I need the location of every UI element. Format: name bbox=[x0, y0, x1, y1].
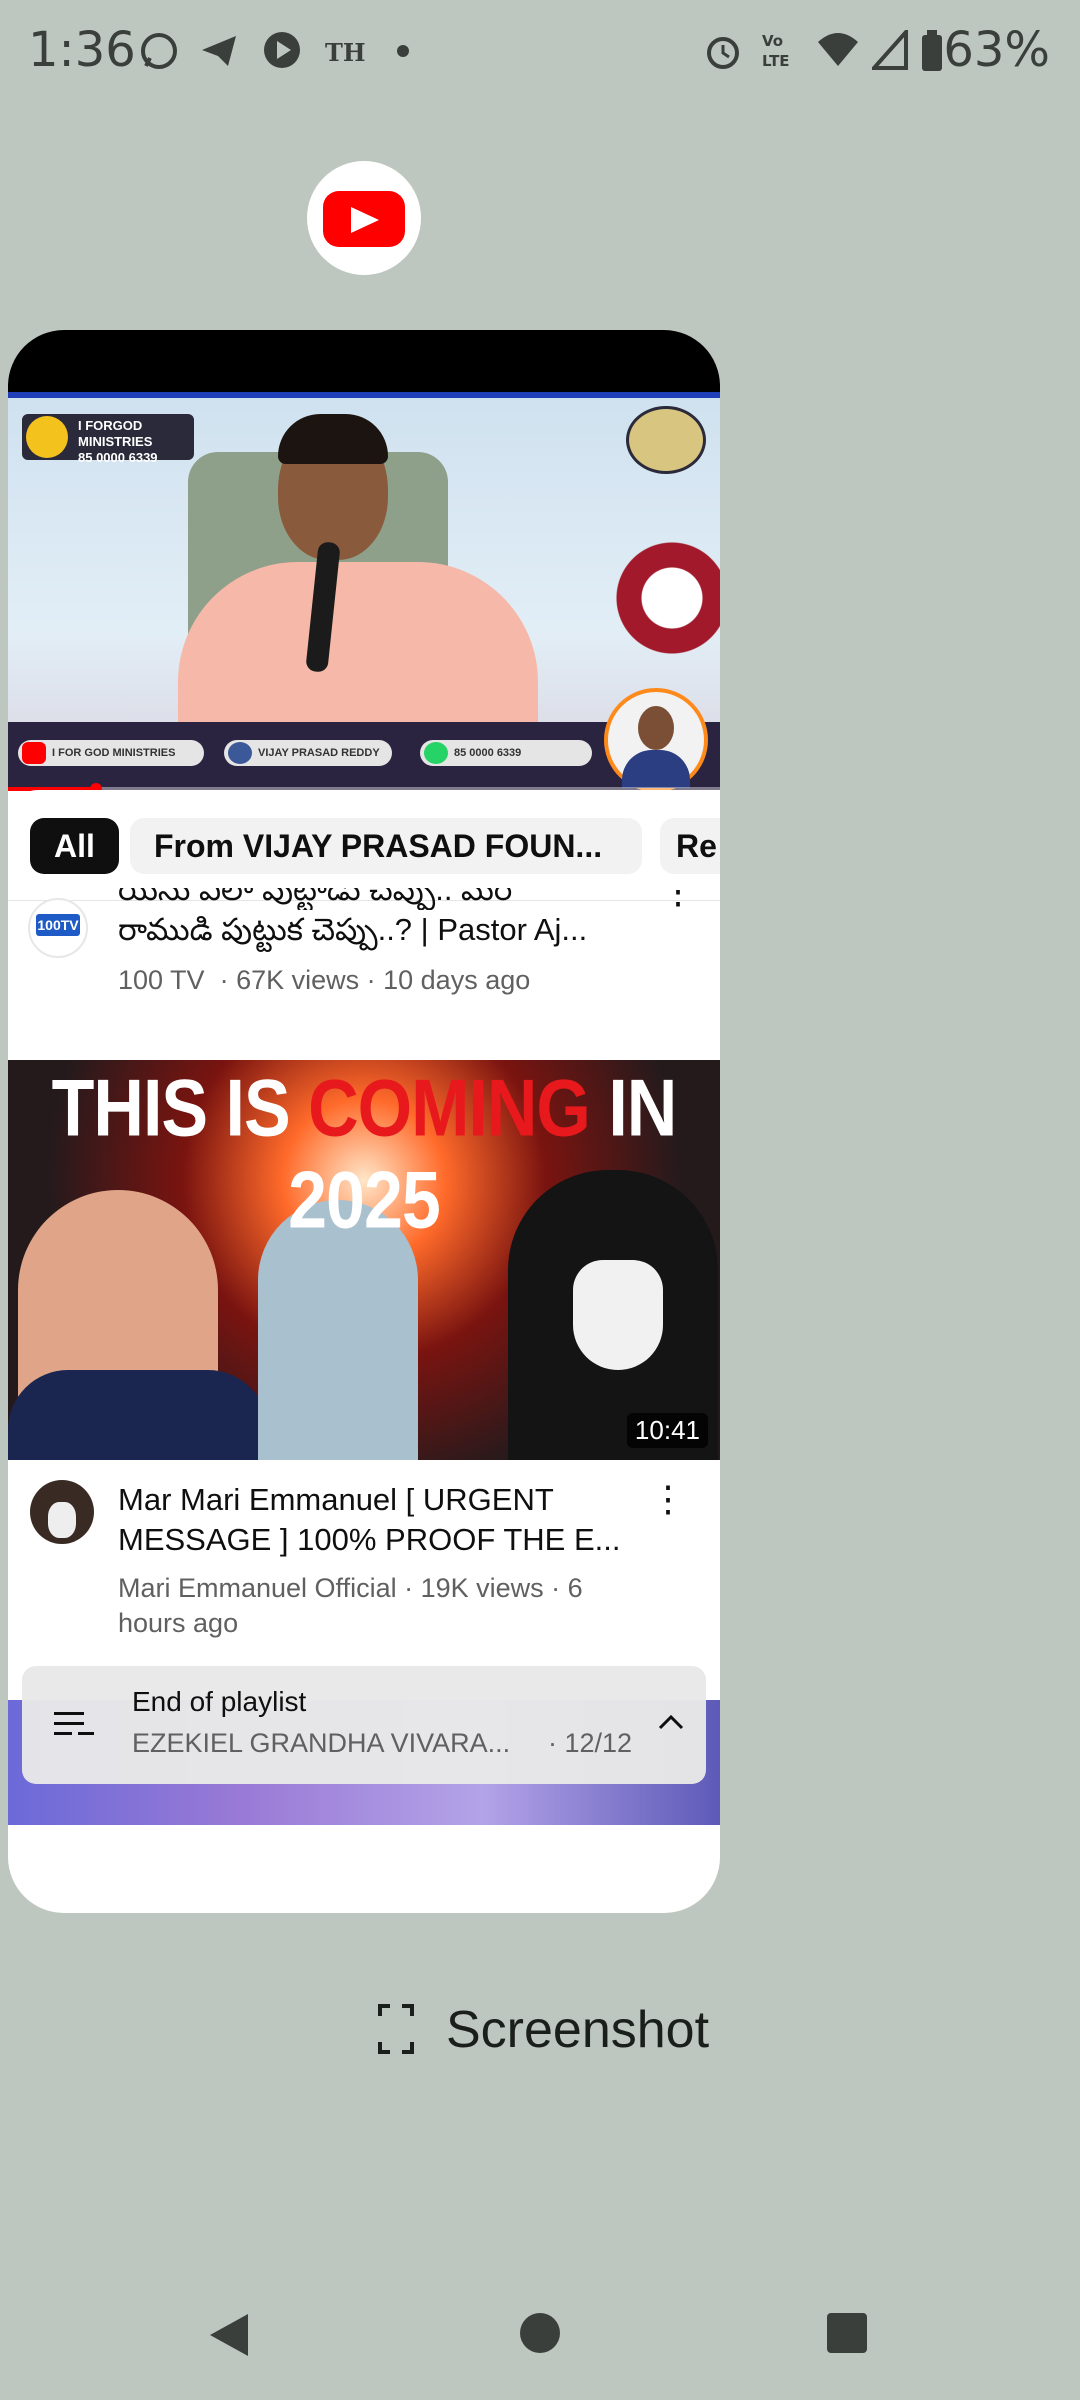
whatsapp-icon bbox=[141, 33, 177, 69]
more-options-icon[interactable]: ⋮ bbox=[648, 1478, 688, 1520]
youtube-icon bbox=[323, 191, 405, 247]
volte-icon: Vo LTE bbox=[762, 32, 790, 70]
channel-avatar[interactable] bbox=[30, 1480, 94, 1544]
presenter-avatar bbox=[604, 688, 708, 790]
playlist-icon bbox=[54, 1712, 94, 1735]
wifi-icon bbox=[818, 33, 858, 66]
video-meta-line1: Mari Emmanuel Official · 19K views · 6 bbox=[118, 1573, 583, 1603]
chip-all[interactable]: All bbox=[30, 818, 119, 874]
recent-app-card[interactable]: I FORGOD MINISTRIES 85 0000 6339 I FOR G… bbox=[8, 330, 720, 1913]
list-item[interactable]: 100TV యేసు ఎలా పుట్టాడు చెప్పు.. మరి రామ… bbox=[8, 870, 720, 995]
youtube-app-icon[interactable] bbox=[307, 161, 421, 275]
status-bar: 1:36 TH Vo LTE 63% bbox=[0, 0, 1080, 100]
svg-text:LTE: LTE bbox=[762, 52, 790, 70]
more-options-icon[interactable]: ⋮ bbox=[658, 882, 698, 912]
video-title-line1[interactable]: Mar Mari Emmanuel [ URGENT bbox=[118, 1480, 554, 1520]
video-player[interactable]: I FORGOD MINISTRIES 85 0000 6339 I FOR G… bbox=[8, 330, 720, 795]
screenshot-icon bbox=[378, 2004, 414, 2054]
playlist-status: End of playlist bbox=[132, 1686, 307, 1717]
channel-avatar[interactable]: 100TV bbox=[28, 898, 88, 958]
chip-from-channel[interactable]: From VIJAY PRASAD FOUN... bbox=[130, 818, 642, 874]
video-frame: I FORGOD MINISTRIES 85 0000 6339 I FOR G… bbox=[8, 392, 720, 790]
home-icon[interactable] bbox=[519, 2312, 561, 2354]
recents-icon[interactable] bbox=[826, 2312, 868, 2354]
playlist-count: · 12/12 bbox=[548, 1728, 633, 1758]
alarm-icon bbox=[707, 37, 739, 69]
screenshot-label: Screenshot bbox=[446, 2001, 710, 2059]
video-meta: 100 TV · 67K views · 10 days ago bbox=[118, 965, 531, 995]
overlay-youtube-pill: I FOR GOD MINISTRIES bbox=[18, 740, 204, 766]
svg-text:Vo: Vo bbox=[762, 32, 783, 50]
video-thumbnail[interactable]: THIS IS COMING IN 2025 10:41 bbox=[8, 1060, 720, 1460]
overlay-whatsapp-pill: 85 0000 6339 bbox=[420, 740, 592, 766]
overlay-facebook-pill: VIJAY PRASAD REDDY bbox=[224, 740, 392, 766]
telegram-icon bbox=[202, 36, 236, 66]
battery-percent: 63% bbox=[943, 22, 1050, 78]
carrier-badge: TH bbox=[325, 38, 366, 67]
signal-icon bbox=[872, 30, 908, 70]
video-title-line2[interactable]: రాముడి పుట్టుక చెప్పు..? | Pastor Aj... bbox=[118, 910, 587, 950]
video-title-line1[interactable]: యేసు ఎలా పుట్టాడు చెప్పు.. మరి bbox=[118, 888, 512, 910]
ministry-emblem bbox=[626, 406, 706, 474]
chevron-up-icon[interactable] bbox=[658, 1714, 684, 1730]
back-icon[interactable] bbox=[206, 2312, 252, 2358]
chip-related[interactable]: Re bbox=[660, 818, 720, 874]
battery-icon bbox=[922, 30, 942, 71]
play-icon bbox=[264, 32, 300, 68]
thumbnail-headline: THIS IS COMING IN 2025 bbox=[51, 1063, 678, 1245]
channel-logo-overlay: I FORGOD MINISTRIES 85 0000 6339 bbox=[22, 414, 194, 465]
dot-icon bbox=[397, 45, 409, 57]
video-meta-line2: hours ago bbox=[118, 1608, 239, 1638]
playlist-mini-bar[interactable]: End of playlist EZEKIEL GRANDHA VIVARA..… bbox=[22, 1666, 706, 1784]
status-time: 1:36 bbox=[28, 22, 136, 78]
video-duration: 10:41 bbox=[626, 1413, 708, 1448]
video-title-line2[interactable]: MESSAGE ] 100% PROOF THE E... bbox=[118, 1520, 620, 1560]
playlist-title: EZEKIEL GRANDHA VIVARA... bbox=[132, 1728, 511, 1758]
